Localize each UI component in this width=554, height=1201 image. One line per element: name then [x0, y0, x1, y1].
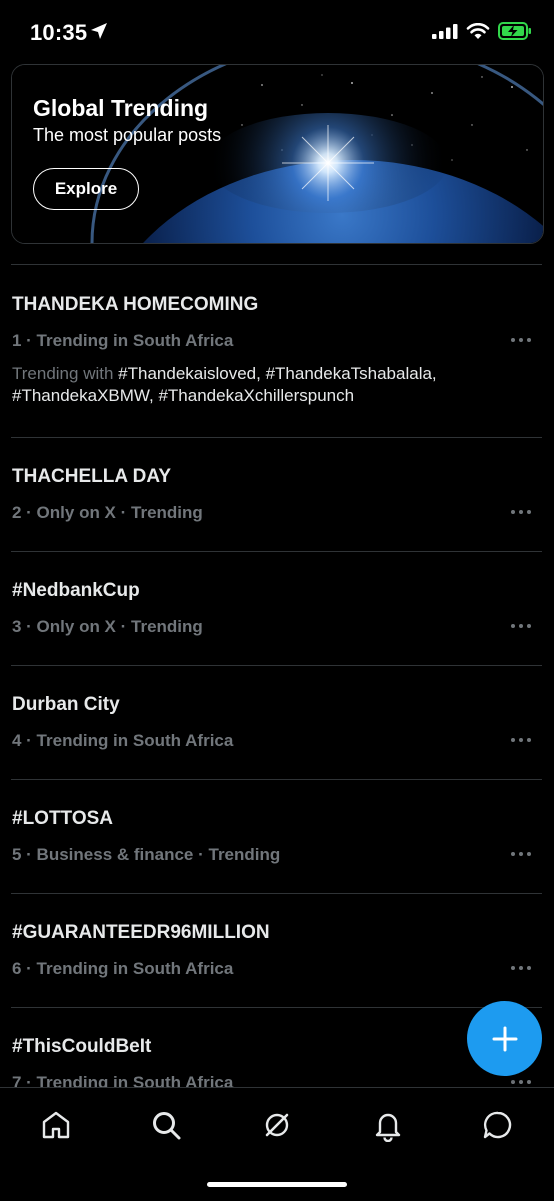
- trend-meta: 6 · Trending in South Africa: [12, 959, 234, 978]
- status-bar: 10:35: [0, 0, 554, 62]
- trend-item[interactable]: THACHELLA DAY 2 · Only on X · Trending: [0, 437, 554, 551]
- trend-meta: 7 · Trending in South Africa: [12, 1073, 234, 1087]
- more-options-icon[interactable]: [510, 963, 532, 973]
- banner-title: Global Trending: [33, 95, 209, 121]
- banner-subtitle: The most popular posts: [33, 125, 222, 145]
- more-options-icon[interactable]: [510, 735, 532, 745]
- status-time: 10:35: [30, 20, 88, 45]
- trend-name: #NedbankCup: [12, 580, 140, 601]
- wifi-icon: [466, 22, 490, 45]
- trend-name: #GUARANTEEDR96MILLION: [12, 922, 270, 943]
- grok-icon[interactable]: [260, 1108, 294, 1142]
- trend-item[interactable]: #NedbankCup 3 · Only on X · Trending: [0, 551, 554, 665]
- messages-icon[interactable]: [481, 1108, 515, 1142]
- search-icon[interactable]: [149, 1108, 183, 1142]
- trend-name: #LOTTOSA: [12, 808, 113, 829]
- notifications-icon[interactable]: [371, 1108, 405, 1142]
- cellular-signal-icon: [432, 23, 458, 44]
- global-trending-banner[interactable]: Global Trending The most popular posts E…: [11, 64, 544, 244]
- location-arrow-icon: [90, 22, 108, 45]
- trending-with-text: Trending with #Thandekaisloved, #Thandek…: [12, 363, 532, 407]
- more-options-icon[interactable]: [510, 621, 532, 631]
- more-options-icon[interactable]: [510, 335, 532, 345]
- battery-charging-icon: [498, 22, 532, 45]
- trend-meta: 1 · Trending in South Africa: [12, 331, 234, 350]
- trend-item[interactable]: #GUARANTEEDR96MILLION 6 · Trending in So…: [0, 893, 554, 1007]
- trend-item[interactable]: THANDEKA HOMECOMING 1 · Trending in Sout…: [0, 264, 554, 437]
- trend-name: THACHELLA DAY: [12, 466, 172, 487]
- trend-meta: 4 · Trending in South Africa: [12, 731, 234, 750]
- trend-item[interactable]: Durban City 4 · Trending in South Africa: [0, 665, 554, 779]
- trend-meta: 5 · Business & finance · Trending: [12, 845, 281, 864]
- plus-icon: [492, 1026, 517, 1051]
- trending-with-label: Trending with: [12, 364, 119, 383]
- trend-meta: 2 · Only on X · Trending: [12, 503, 203, 522]
- trend-item[interactable]: #LOTTOSA 5 · Business & finance · Trendi…: [0, 779, 554, 893]
- explore-button[interactable]: Explore: [33, 168, 139, 210]
- more-options-icon[interactable]: [510, 1077, 532, 1087]
- trend-meta: 3 · Only on X · Trending: [12, 617, 203, 636]
- more-options-icon[interactable]: [510, 849, 532, 859]
- home-icon[interactable]: [39, 1108, 73, 1142]
- compose-post-button[interactable]: [467, 1001, 542, 1076]
- earth-space-image: [12, 65, 543, 243]
- trend-name: THANDEKA HOMECOMING: [12, 294, 259, 315]
- home-indicator: [207, 1182, 347, 1187]
- trend-name: #ThisCouldBeIt: [12, 1036, 152, 1057]
- trend-name: Durban City: [12, 694, 120, 715]
- more-options-icon[interactable]: [510, 507, 532, 517]
